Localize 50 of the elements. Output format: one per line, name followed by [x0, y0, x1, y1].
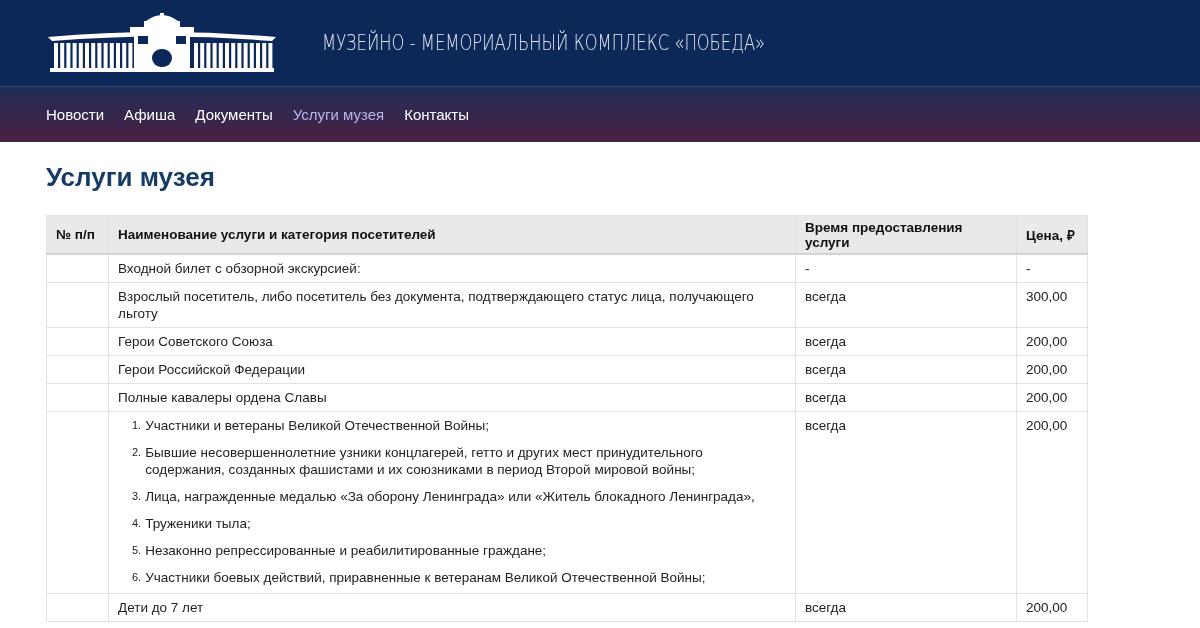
table-cell: 200,00 — [1016, 355, 1088, 384]
list-number: 2. — [132, 445, 142, 460]
table-cell: Полные кавалеры ордена Славы — [108, 383, 796, 412]
list-number: 4. — [132, 516, 142, 531]
table-cell: 200,00 — [1016, 327, 1088, 356]
table-cell: всегда — [795, 282, 1017, 328]
table-cell: 200,00 — [1016, 593, 1088, 622]
table-cell: 200,00 — [1016, 383, 1088, 412]
nav-link[interactable]: Контакты — [404, 106, 469, 123]
table-cell — [46, 355, 109, 384]
nav-link[interactable]: Афиша — [124, 106, 176, 123]
nav-link[interactable]: Документы — [195, 106, 273, 123]
table-cell: Взрослый посетитель, либо посетитель без документа, подтверждающего статус лица, получающего льготу — [108, 282, 796, 328]
table-cell — [46, 593, 109, 622]
nav-link[interactable]: Новости — [46, 106, 105, 123]
list-item-text: Труженики тыла; — [145, 515, 251, 532]
table-cell: - — [1016, 254, 1088, 283]
table-cell: Входной билет с обзорной экскурсией: — [108, 254, 796, 283]
list-number: 3. — [132, 489, 142, 504]
list-item-text: Участники и ветераны Великой Отечественной Войны; — [145, 417, 489, 434]
list-number: 1. — [132, 418, 142, 433]
column-header: Время предоставления услуги — [795, 215, 1017, 254]
table-cell: Герои Советского Союза — [108, 327, 796, 356]
table-cell — [46, 383, 109, 412]
list-number: 5. — [132, 543, 142, 558]
table-cell: 200,00 — [1016, 411, 1088, 594]
nav-link[interactable]: Услуги музея — [292, 106, 385, 123]
table-cell: всегда — [795, 411, 1017, 594]
list-item-text: Незаконно репрессированные и реабилитированные граждане; — [145, 542, 547, 559]
table-cell: 300,00 — [1016, 282, 1088, 328]
table-cell: всегда — [795, 383, 1017, 412]
table-cell: всегда — [795, 593, 1017, 622]
list-item-text: Бывшие несовершеннолетние узники концлагерей, гетто и других мест принудительного содержания, созданных фашистами и их союзниками в период Второй мировой войны; — [145, 444, 704, 478]
site-title: МУЗЕЙНО - МЕМОРИАЛЬНЫЙ КОМПЛЕКС «ПОБЕДА» — [322, 31, 766, 55]
list-item-text: Участники боевых действий, приравненные к ветеранам Великой Отечественной Войны; — [145, 569, 706, 586]
list-number: 6. — [132, 570, 142, 585]
list-item-text: Лица, награжденные медалью «За оборону Ленинграда» или «Житель блокадного Ленинграда», — [145, 488, 755, 505]
table-cell — [46, 254, 109, 283]
table-cell: Дети до 7 лет — [108, 593, 796, 622]
column-header: Цена, ₽ — [1016, 215, 1088, 254]
table-cell — [46, 282, 109, 328]
page-title: Услуги музея — [46, 162, 216, 193]
table-cell: - — [795, 254, 1017, 283]
table-cell: Герои Российской Федерации — [108, 355, 796, 384]
table-cell: всегда — [795, 355, 1017, 384]
building-logo-icon[interactable] — [46, 13, 278, 73]
column-header: № п/п — [46, 215, 109, 254]
table-cell: всегда — [795, 327, 1017, 356]
column-header: Наименование услуги и категория посетителей — [108, 215, 796, 254]
table-cell — [46, 327, 109, 356]
